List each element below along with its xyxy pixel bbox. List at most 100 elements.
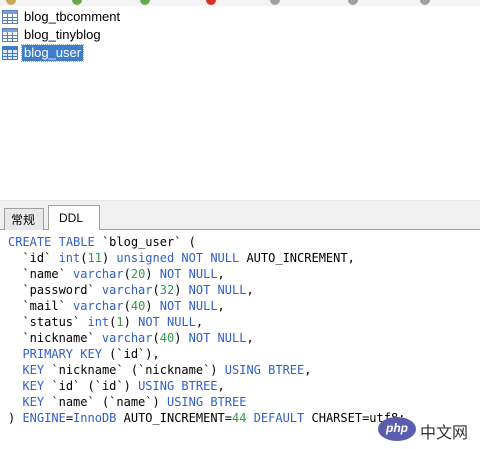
sql-text: , [304,363,312,377]
sql-keyword: varchar [73,267,124,281]
ddl-line: KEY `nickname` (`nickname`) USING BTREE, [8,363,311,377]
sql-number: 1 [116,315,124,329]
delete-table-icon[interactable] [206,0,216,5]
sql-text: ( [80,251,88,265]
ddl-line: `nickname` varchar(40) NOT NULL, [8,331,254,345]
sql-text: `id` (`id`) [44,379,139,393]
tab-ddl[interactable]: DDL [48,205,100,230]
sql-text: , [217,267,225,281]
ddl-line: `mail` varchar(40) NOT NULL, [8,299,225,313]
sql-text: `name` (`name`) [44,395,167,409]
sql-keyword: NOT NULL [138,315,196,329]
sql-text: `nickname` (`nickname`) [44,363,225,377]
ddl-line: KEY `name` (`name`) USING BTREE [8,395,246,409]
sql-text: ) [174,331,189,345]
ddl-line: PRIMARY KEY (`id`), [8,347,160,361]
ddl-line: CREATE TABLE `blog_user` ( [8,235,196,249]
table-list: blog_tbcomment blog_tinyblog blog_user [0,6,480,200]
sql-keyword: CREATE [8,235,52,249]
sql-text: ) [8,411,23,425]
sql-keyword: USING BTREE [224,363,305,377]
table-item-label: blog_tbcomment [24,9,121,24]
table-icon [2,28,18,42]
sql-text: ) [145,299,160,313]
more-icon[interactable] [420,0,430,5]
sql-text: , [217,379,225,393]
table-item-blog-user[interactable]: blog_user [0,44,85,62]
table-item-label: blog_user [20,44,85,62]
sql-text: `name` [8,267,74,281]
table-item-blog-tinyblog[interactable]: blog_tinyblog [0,26,103,44]
sql-keyword: NOT NULL [159,299,218,313]
sql-number: 40 [130,299,146,313]
sql-text: `blog_user` ( [94,235,196,249]
sql-number: 32 [159,283,175,297]
sql-text: = [65,411,74,425]
sql-text: `mail` [8,299,74,313]
ddl-code: CREATE TABLE `blog_user` ( `id` int(11) … [0,230,480,426]
sql-text: , [195,315,204,329]
table-toolbar-icon[interactable] [6,0,16,5]
sql-keyword: InnoDB [73,411,117,425]
sql-keyword: ENGINE [22,411,66,425]
table-icon [2,10,18,24]
ddl-line: `id` int(11) unsigned NOT NULL AUTO_INCR… [8,251,355,265]
ddl-line: `password` varchar(32) NOT NULL, [8,283,254,297]
table-item-label: blog_tinyblog [24,27,101,42]
sql-text: ) [145,267,160,281]
sql-text: ( [152,331,160,345]
sql-text: `nickname` [8,331,102,345]
open-table-icon[interactable] [72,0,82,5]
table-icon [2,46,18,60]
sql-keyword: KEY [22,379,45,393]
sql-keyword: varchar [101,331,153,345]
sql-text: `id` [8,251,59,265]
php-logo-text: php [386,421,408,435]
sql-text: ( [152,283,160,297]
sql-text: ) [123,315,139,329]
ddl-line: ) ENGINE=InnoDB AUTO_INCREMENT=44 DEFAUL… [8,411,405,425]
sql-keyword: USING BTREE [138,379,218,393]
ddl-line: `name` varchar(20) NOT NULL, [8,267,225,281]
sql-keyword: KEY [22,363,45,377]
sql-text: AUTO_INCREMENT, [239,251,355,265]
sql-text: ) [101,251,117,265]
sql-number: 20 [130,267,146,281]
sql-keyword: int [58,251,81,265]
sql-text: , [246,283,254,297]
sql-keyword: TABLE [58,235,95,249]
sql-text: , [217,299,225,313]
sql-text: , [246,331,254,345]
site-watermark: php 中文网 [378,414,478,446]
sql-keyword: KEY [22,395,45,409]
sql-keyword: unsigned NOT NULL [116,251,240,265]
sql-keyword: varchar [101,283,153,297]
ddl-line: `status` int(1) NOT NULL, [8,315,203,329]
tab-bar: 常规 DDL [0,201,480,230]
sql-text: ( [123,267,131,281]
new-table-icon[interactable] [140,0,150,5]
table-item-blog-tbcomment[interactable]: blog_tbcomment [0,8,122,26]
sql-text: ) [174,283,189,297]
sql-text: `status` [8,315,88,329]
sql-number: 44 [232,411,247,425]
sql-keyword: NOT NULL [188,331,247,345]
sql-keyword: NOT NULL [159,267,218,281]
import-icon[interactable] [270,0,280,5]
sql-text: ( [123,299,131,313]
watermark-text: 中文网 [420,423,469,442]
sql-text: (`id`), [101,347,160,361]
sql-text: `password` [8,283,102,297]
sql-keyword: USING BTREE [166,395,247,409]
sql-text: AUTO_INCREMENT= [116,411,232,425]
sql-keyword: varchar [73,299,124,313]
export-icon[interactable] [348,0,358,5]
tab-general[interactable]: 常规 [4,208,44,230]
sql-keyword: PRIMARY KEY [22,347,102,361]
